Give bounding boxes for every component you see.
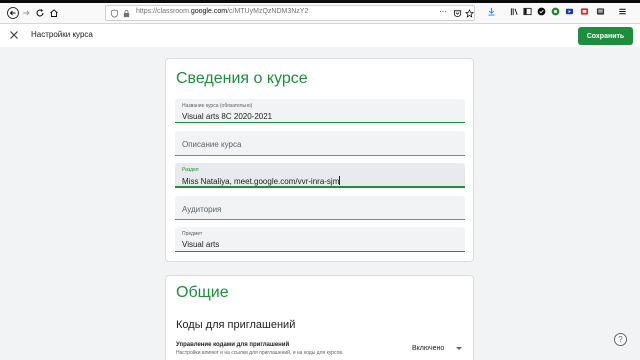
pocket-icon[interactable] (453, 9, 462, 18)
settings-header: Настройки курса Сохранить (0, 24, 640, 47)
course-details-heading: Сведения о курсе (176, 70, 308, 87)
general-card: Общие Коды для приглашений Управление ко… (165, 275, 474, 360)
extension-dark-icon[interactable] (596, 7, 605, 16)
close-icon[interactable] (9, 30, 19, 40)
dropdown-arrow-icon (456, 347, 463, 350)
forward-arrow-icon (23, 10, 30, 16)
page-title: Настройки курса (31, 30, 93, 39)
help-button[interactable]: ? (614, 333, 627, 346)
text-caret (339, 176, 341, 185)
course-name-label: Название курса (обязательно) (182, 103, 253, 109)
home-button[interactable] (46, 5, 62, 21)
main-content: Сведения о курсе Название курса (обязате… (0, 47, 640, 360)
room-placeholder: Аудитория (182, 205, 222, 214)
url-text: https://classroom.google.com/c/MTUyMzQzN… (136, 8, 309, 15)
browser-toolbar: https://classroom.google.com/c/MTUyMzQzN… (0, 3, 640, 24)
invite-codes-manage-desc: Настройки влияют и на ссылки для приглаш… (176, 350, 344, 356)
url-bar[interactable]: https://classroom.google.com/c/MTUyMzQzN… (105, 5, 475, 21)
section-field[interactable]: Раздел Miss Nataliya, meet.google.com/vv… (175, 163, 465, 188)
menu-icon[interactable] (618, 7, 627, 16)
subject-label: Предмет (182, 231, 203, 237)
subject-value: Visual arts (182, 240, 220, 249)
extension-blue-icon[interactable] (565, 7, 574, 16)
course-description-field[interactable]: Описание курса (175, 131, 465, 156)
home-icon (50, 9, 58, 17)
check-extension-icon[interactable] (537, 7, 546, 16)
page-actions-more-icon[interactable]: ··· (439, 7, 447, 16)
section-value-wrap: Miss Nataliya, meet.google.com/vvr-inra-… (182, 176, 341, 186)
course-name-value: Visual arts 8C 2020-2021 (182, 112, 273, 121)
shield-icon (110, 9, 119, 18)
bookmark-star-icon[interactable] (465, 9, 474, 18)
reload-icon (36, 9, 44, 17)
course-description-placeholder: Описание курса (182, 140, 242, 149)
subject-field[interactable]: Предмет Visual arts (175, 227, 465, 252)
course-details-card: Сведения о курсе Название курса (обязате… (165, 58, 474, 262)
sidebar-icon[interactable] (523, 7, 532, 16)
lock-icon (123, 10, 130, 18)
general-heading: Общие (176, 284, 229, 301)
section-label: Раздел (182, 167, 199, 173)
room-field[interactable]: Аудитория (175, 196, 465, 220)
invite-codes-select-value: Включено (412, 345, 445, 352)
extension-red-icon[interactable] (580, 7, 589, 16)
extension-green-icon[interactable] (551, 7, 560, 16)
invite-codes-select[interactable]: Включено (412, 345, 463, 352)
section-value: Miss Nataliya, meet.google.com/vvr-inra-… (182, 177, 340, 186)
course-name-field[interactable]: Название курса (обязательно) Visual arts… (175, 99, 465, 123)
library-icon[interactable] (510, 7, 519, 16)
download-icon[interactable] (487, 7, 496, 16)
save-button[interactable]: Сохранить (578, 27, 633, 45)
invite-codes-manage-label: Управление кодами для приглашений (176, 342, 290, 348)
invite-codes-title: Коды для приглашений (176, 319, 296, 331)
